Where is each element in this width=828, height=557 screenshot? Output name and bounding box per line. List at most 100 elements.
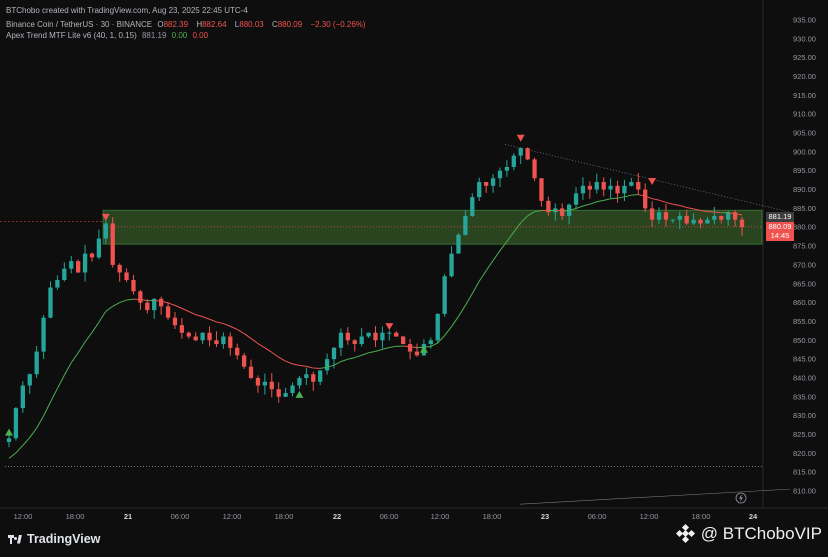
triangle-down-icon (385, 323, 394, 331)
x-tick-label: 12:00 (14, 512, 33, 521)
trend-segment (22, 437, 31, 446)
y-tick-label: 865.00 (793, 279, 816, 288)
y-tick-label: 835.00 (793, 392, 816, 401)
candle-body (560, 208, 565, 216)
open-label: O882.39 (157, 20, 189, 29)
x-tick-label: 12:00 (223, 512, 242, 521)
support-zone[interactable] (102, 209, 763, 245)
trend-segment (665, 201, 673, 205)
lower-trendline[interactable] (519, 488, 791, 505)
candle-body (698, 219, 703, 224)
trend-segment (603, 198, 611, 201)
candle-body (6, 438, 12, 443)
candle-body (103, 223, 108, 239)
trend-segment (361, 352, 369, 356)
candle-body (172, 317, 178, 326)
x-tick-label: 06:00 (171, 512, 190, 521)
candle-body (684, 215, 689, 224)
x-tick-label: 06:00 (588, 512, 607, 521)
trend-segment (223, 323, 231, 327)
candle-body (179, 325, 185, 333)
trend-segment (257, 343, 266, 349)
trend-segment (575, 205, 584, 209)
candle-body (691, 219, 696, 224)
lightning-icon[interactable] (735, 492, 747, 504)
trend-segment (98, 311, 107, 323)
change-value: −2.30 (−0.26%) (310, 20, 366, 29)
trend-segment (492, 250, 501, 261)
y-tick-label: 915.00 (793, 91, 816, 100)
trend-segment (188, 311, 196, 316)
candle-body (96, 238, 102, 258)
candle-body (311, 374, 316, 382)
candle-body (587, 185, 593, 190)
candle-body (594, 182, 599, 190)
candle-body (158, 298, 164, 307)
x-tick-label: 18:00 (692, 512, 711, 521)
tradingview-logo[interactable]: TradingView (8, 532, 100, 546)
trend-segment (50, 388, 58, 403)
indicator-value-3: 0.00 (192, 31, 209, 40)
candle-body (276, 389, 281, 397)
trend-segment (672, 203, 680, 207)
candle-body (490, 178, 496, 186)
candle-body (76, 261, 81, 273)
watermark-text: @ BTChoboVIP (700, 524, 822, 543)
candle-body (124, 272, 129, 280)
candle-body (504, 166, 510, 171)
trend-segment (216, 321, 224, 325)
candle-body (110, 223, 115, 265)
trend-segment (29, 427, 38, 438)
candle-body (712, 215, 717, 220)
trend-segment (264, 347, 273, 353)
trend-segment (610, 197, 618, 200)
trend-segment (43, 401, 51, 417)
candle-body (13, 408, 19, 439)
y-tick-label: 840.00 (793, 373, 816, 382)
trend-segment (209, 318, 217, 323)
y-tick-label: 890.00 (793, 185, 816, 194)
symbol-name[interactable]: Binance Coin / TetherUS · 30 · BINANCE (6, 20, 152, 29)
trend-segment (347, 357, 355, 360)
price-chart[interactable]: 810.00 815.00 820.00 825.00 830.00 835.00 840.… (0, 0, 828, 528)
candle-body (235, 347, 240, 356)
footer: TradingView @ BTChoboVIP (0, 523, 828, 557)
trend-segment (112, 302, 120, 307)
y-tick-label: 810.00 (793, 487, 816, 496)
trend-segment (15, 445, 24, 454)
candle-body (573, 193, 579, 205)
candle-body (331, 347, 337, 360)
candle-body (532, 159, 537, 179)
candles (6, 147, 745, 448)
y-tick-label: 825.00 (793, 430, 816, 439)
x-tick-label: 12:00 (640, 512, 659, 521)
candle-body (255, 377, 261, 386)
indicator-legend[interactable]: Apex Trend MTF Lite v6 (40, 1, 0.15) 881… (6, 31, 211, 40)
credit-text: BTChobo created with TradingView.com, Au… (6, 6, 248, 15)
trend-segment (174, 304, 183, 309)
candle-body (131, 279, 136, 292)
candle-body (82, 253, 88, 273)
y-tick-label: 930.00 (793, 34, 816, 43)
trend-segment (181, 307, 189, 312)
candle-body (228, 336, 233, 348)
candle-body (338, 332, 344, 348)
candle-body (629, 182, 634, 186)
close-label: C880.09 (271, 20, 303, 29)
candle-body (241, 355, 247, 367)
candle-body (380, 332, 385, 341)
y-tick-label: 870.00 (793, 260, 816, 269)
triangle-down-icon (648, 178, 657, 186)
candle-body (165, 306, 171, 318)
candle-body (145, 302, 150, 311)
trend-segment (617, 196, 625, 199)
candle-body (62, 268, 67, 280)
x-tick-label: 18:00 (275, 512, 294, 521)
trend-segment (589, 201, 597, 205)
candle-body (719, 215, 724, 220)
y-tick-label: 820.00 (793, 449, 816, 458)
trend-segment (555, 209, 563, 212)
trend-segment (236, 329, 245, 334)
trend-segment (464, 293, 473, 306)
candle-body (200, 332, 205, 341)
